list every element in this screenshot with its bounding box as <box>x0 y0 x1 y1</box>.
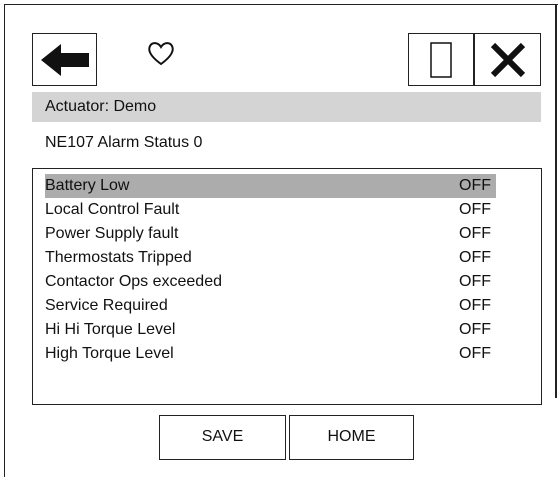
list-item-local-control-fault[interactable]: Local Control Fault OFF <box>45 198 496 222</box>
list-item-service-required[interactable]: Service Required OFF <box>45 294 496 318</box>
alarm-label: Power Supply fault <box>45 225 179 242</box>
alarm-label: High Torque Level <box>45 345 174 362</box>
home-button[interactable]: HOME <box>289 415 414 460</box>
list-item-thermostats-tripped[interactable]: Thermostats Tripped OFF <box>45 246 496 270</box>
alarm-value: OFF <box>459 225 491 242</box>
heart-icon[interactable] <box>146 38 176 68</box>
list-item-high-torque-level[interactable]: High Torque Level OFF <box>45 342 496 366</box>
alarm-label: Thermostats Tripped <box>45 249 192 266</box>
back-button[interactable] <box>32 33 97 86</box>
alarm-value: OFF <box>459 201 491 218</box>
alarm-label: Contactor Ops exceeded <box>45 273 222 290</box>
back-arrow-icon <box>40 43 89 76</box>
blank-rectangle-icon <box>430 41 452 78</box>
close-x-icon <box>490 42 525 77</box>
alarm-value: OFF <box>459 321 491 338</box>
alarm-label: Battery Low <box>45 177 130 194</box>
alarm-label: Local Control Fault <box>45 201 180 218</box>
blank-button[interactable] <box>408 33 474 86</box>
alarm-value: OFF <box>459 249 491 266</box>
list-item-hi-hi-torque-level[interactable]: Hi Hi Torque Level OFF <box>45 318 496 342</box>
alarm-label: Service Required <box>45 297 168 314</box>
alarm-value: OFF <box>459 273 491 290</box>
list-item-contactor-ops-exceeded[interactable]: Contactor Ops exceeded OFF <box>45 270 496 294</box>
save-button[interactable]: SAVE <box>159 415 286 460</box>
actuator-label-bar: Actuator: Demo <box>32 92 541 122</box>
alarm-label: Hi Hi Torque Level <box>45 321 176 338</box>
alarm-value: OFF <box>459 177 491 194</box>
close-button[interactable] <box>474 33 541 86</box>
page-title: NE107 Alarm Status 0 <box>45 134 203 151</box>
list-item-battery-low[interactable]: Battery Low OFF <box>45 174 496 198</box>
frame-right-border <box>555 4 557 398</box>
alarm-value: OFF <box>459 297 491 314</box>
list-item-power-supply-fault[interactable]: Power Supply fault OFF <box>45 222 496 246</box>
alarm-value: OFF <box>459 345 491 362</box>
